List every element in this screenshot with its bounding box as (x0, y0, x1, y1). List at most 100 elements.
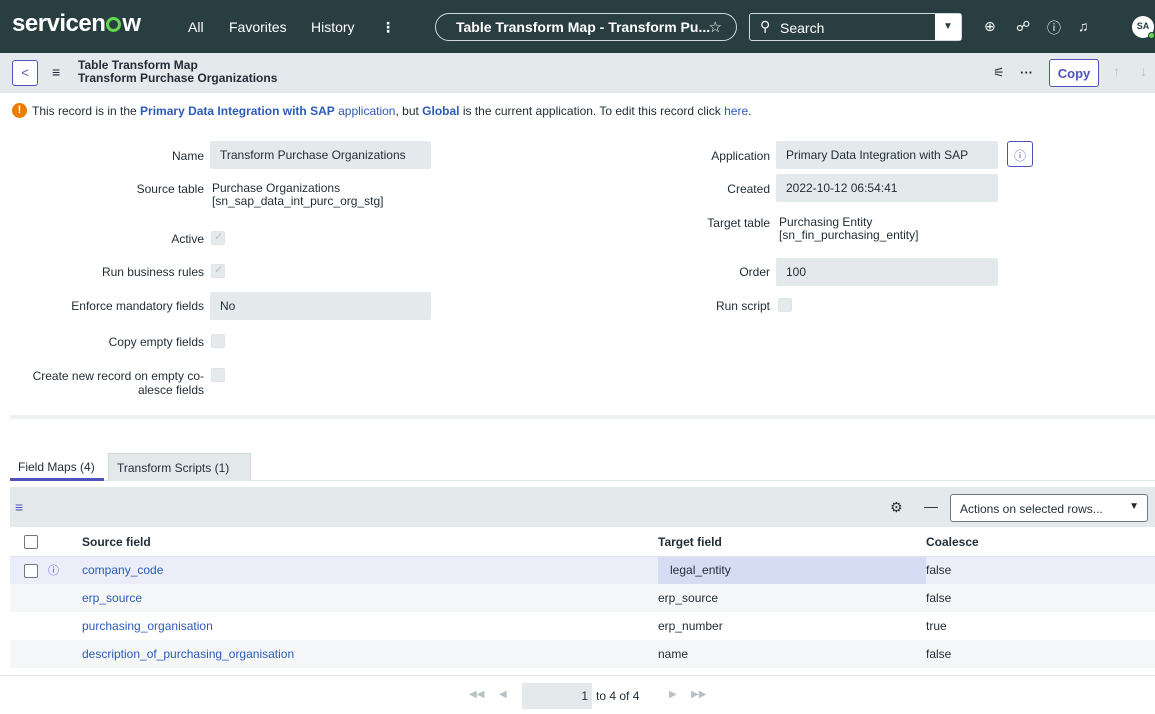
active-checkbox (211, 230, 225, 245)
row-select-cell (10, 640, 82, 668)
form-title-record: Transform Purchase Organizations (78, 71, 278, 85)
field-maps-table: Source field Target field Coalesce ⓘ com… (10, 528, 1155, 668)
gear-icon[interactable]: ⚙ (890, 499, 903, 516)
table-header-row: Source field Target field Coalesce (10, 528, 1155, 557)
coalesce-cell: true (926, 612, 1155, 640)
first-page-icon[interactable]: ◀◀ (469, 689, 484, 700)
top-navigation: servicen w All Favorites History ⋮ Table … (0, 0, 1155, 53)
page-range-text: to 4 of 4 (596, 689, 640, 703)
target-field-cell: legal_entity (658, 556, 926, 584)
context-pill-label: Table Transform Map - Transform Pu... (456, 19, 711, 35)
chat-icon[interactable]: ☍ (1016, 18, 1030, 35)
collapse-icon[interactable]: — (924, 498, 938, 514)
chevron-down-icon: ▼ (1129, 501, 1139, 512)
created-field: 2022-10-12 06:54:41 (776, 174, 998, 202)
source-field-cell: company_code (82, 556, 658, 584)
table-row[interactable]: description_of_purchasing_organisation n… (10, 640, 1155, 668)
target-field-cell: erp_source (658, 584, 926, 612)
global-link[interactable]: Global (422, 104, 459, 118)
actions-select[interactable]: Actions on selected rows... ▼ (950, 494, 1148, 522)
source-field-cell: description_of_purchasing_organisation (82, 640, 658, 668)
create-new-record-checkbox (211, 368, 225, 382)
run-script-checkbox (778, 298, 792, 312)
source-field-link[interactable]: purchasing_organisation (82, 619, 213, 633)
target-field-cell: name (658, 640, 926, 668)
previous-page-icon[interactable]: ◀ (499, 689, 507, 700)
target-table-label: Target table (707, 216, 770, 230)
avatar-initials: SA (1136, 21, 1150, 31)
star-icon[interactable]: ☆ (709, 18, 722, 36)
search-scope-dropdown[interactable]: ▼ (935, 14, 961, 40)
copy-button[interactable]: Copy (1049, 59, 1099, 87)
tab-field-maps[interactable]: Field Maps (4) (10, 453, 104, 481)
created-label: Created (727, 182, 770, 196)
table-row[interactable]: ⓘ company_code legal_entity false (10, 556, 1155, 584)
create-new-line2: alesce fields (137, 383, 204, 397)
select-all-checkbox[interactable] (24, 535, 38, 550)
active-label: Active (171, 232, 204, 246)
page-input[interactable]: 1 (522, 683, 592, 709)
scope-app-link[interactable]: Primary Data Integration with SAP applic… (140, 104, 395, 118)
enforce-mandatory-field: No (210, 292, 431, 320)
row-checkbox[interactable] (24, 564, 38, 579)
help-icon[interactable]: ⓘ (1047, 18, 1061, 38)
more-actions-icon[interactable]: ··· (1020, 65, 1033, 80)
source-table-id: [sn_sap_data_int_purc_org_stg] (212, 194, 384, 208)
nav-all[interactable]: All (188, 19, 204, 35)
section-divider (10, 415, 1155, 419)
create-new-line1: Create new record on empty co- (32, 369, 204, 383)
coalesce-cell: false (926, 556, 1155, 584)
back-button[interactable]: < (12, 60, 38, 86)
column-header-target-field[interactable]: Target field (658, 528, 926, 557)
application-info-icon[interactable]: ⓘ (1007, 141, 1033, 167)
search-placeholder: Search (780, 20, 825, 36)
last-page-icon[interactable]: ▶▶ (691, 689, 706, 700)
warning-icon: ! (12, 103, 27, 118)
servicenow-logo[interactable]: servicen w (12, 10, 141, 38)
tab-transform-scripts[interactable]: Transform Scripts (1) (108, 453, 251, 481)
notice-end: . (748, 104, 752, 118)
notification-bell-icon[interactable]: ♫ (1078, 18, 1089, 34)
form-header: < ≡ Table Transform Map Transform Purcha… (0, 53, 1155, 93)
search-icon: ⚲ (760, 18, 771, 34)
order-field: 100 (776, 258, 998, 286)
coalesce-cell: false (926, 640, 1155, 668)
context-pill[interactable]: Table Transform Map - Transform Pu... ☆ (435, 13, 737, 41)
name-label: Name (171, 149, 204, 163)
select-all-cell (10, 528, 82, 557)
source-field-link[interactable]: description_of_purchasing_organisation (82, 647, 294, 661)
global-search[interactable]: ⚲ Search ▼ (749, 13, 962, 41)
source-field-link[interactable]: erp_source (82, 591, 142, 605)
notice-message: This record is in the Primary Data Integ… (32, 104, 751, 118)
coalesce-cell: false (926, 584, 1155, 612)
row-info-icon[interactable]: ⓘ (48, 565, 59, 577)
next-page-icon[interactable]: ▶ (669, 689, 677, 700)
user-avatar[interactable]: SA (1132, 16, 1155, 39)
source-field-link[interactable]: company_code (82, 563, 163, 577)
name-field: Transform Purchase Organizations (210, 141, 431, 169)
target-table-value: Purchasing Entity [sn_fin_purchasing_ent… (779, 216, 918, 242)
column-header-coalesce[interactable]: Coalesce (926, 528, 1155, 557)
previous-record-icon[interactable]: ↑ (1113, 63, 1120, 79)
nav-history[interactable]: History (311, 19, 355, 35)
table-row[interactable]: purchasing_organisation erp_number true (10, 612, 1155, 640)
nav-more-icon[interactable]: ⋮ (381, 19, 395, 36)
create-new-record-label: Create new record on empty co- alesce fi… (10, 369, 204, 397)
source-table-label: Source table (136, 182, 204, 196)
nav-favorites[interactable]: Favorites (229, 19, 287, 35)
source-field-cell: purchasing_organisation (82, 612, 658, 640)
column-header-source-field[interactable]: Source field (82, 528, 658, 557)
order-label: Order (739, 265, 770, 279)
run-script-label: Run script (715, 299, 770, 313)
here-link[interactable]: here (724, 104, 748, 118)
globe-icon[interactable]: ⊕ (984, 18, 996, 35)
list-toolbar: ≡ ⚙ — Actions on selected rows... ▼ (10, 487, 1155, 527)
list-menu-icon[interactable]: ≡ (15, 499, 23, 515)
application-field: Primary Data Integration with SAP (776, 141, 998, 169)
table-row[interactable]: erp_source erp_source false (10, 584, 1155, 612)
next-record-icon[interactable]: ↓ (1140, 63, 1147, 79)
row-select-cell (10, 584, 82, 612)
personalize-icon[interactable]: ⚟ (993, 65, 1005, 81)
copy-empty-label: Copy empty fields (108, 335, 204, 349)
context-menu-icon[interactable]: ≡ (52, 64, 60, 80)
